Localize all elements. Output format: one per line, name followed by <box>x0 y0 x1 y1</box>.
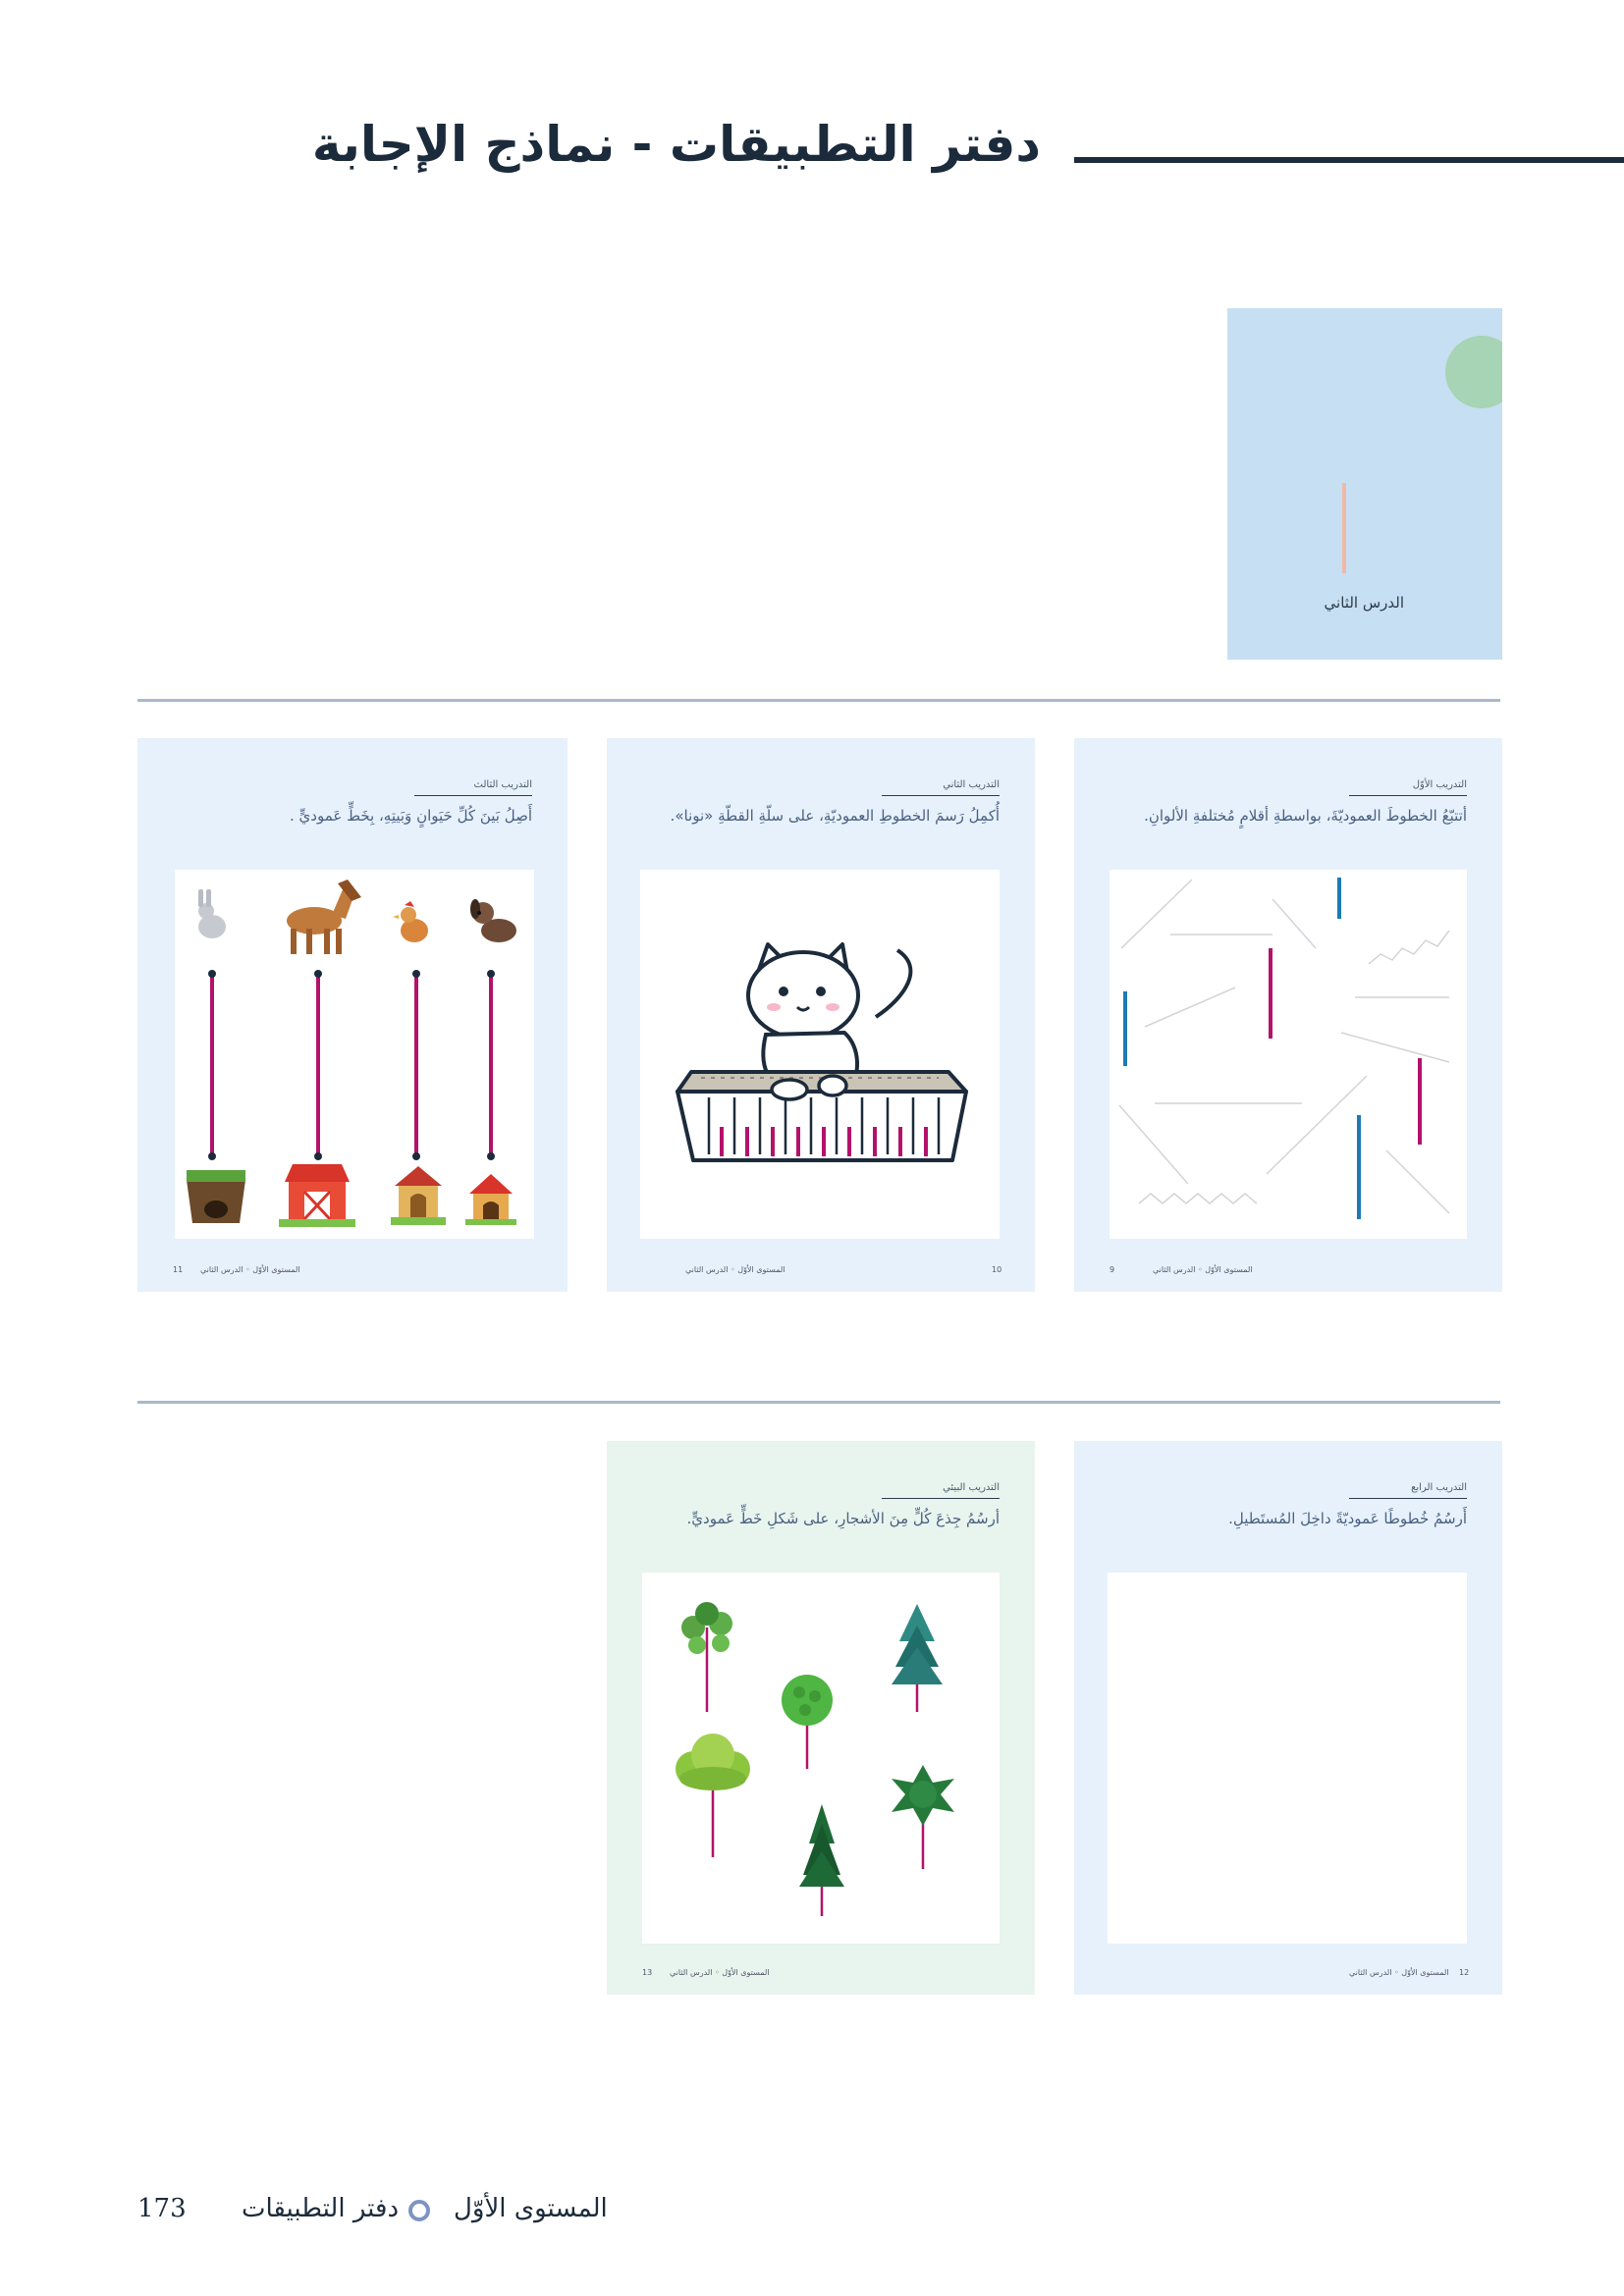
title-rule <box>1074 157 1624 163</box>
tracing-lines-figure <box>1118 878 1450 1219</box>
footer-level: المستوى الأوّل <box>722 1968 770 1977</box>
footer-level: المستوى الأوّل <box>1401 1968 1449 1977</box>
exercise-tag: التدريب الأوّل <box>1412 779 1467 790</box>
tag-underline <box>882 795 1000 796</box>
exercise-card-4: التدريب الرابع أَرسُمُ خُطوطًا عَموديّةً… <box>1074 1441 1502 1995</box>
henhouse-icon <box>391 1166 446 1225</box>
tree-2-icon <box>782 1675 833 1726</box>
footer-book-label: دفتر التطبيقات <box>242 2194 400 2223</box>
trees-figure <box>676 1602 954 1916</box>
exercise-instruction: أُكمِلُ رَسمَ الخطوطِ العموديّةِ، على سل… <box>670 807 1000 825</box>
exercise-tag: التدريب الثالث <box>473 779 532 790</box>
animals-and-homes-figure <box>187 880 516 1227</box>
card-page-number: 12 <box>1459 1968 1470 1977</box>
exercise-instruction: أتتبّعُ الخطوطَ العموديّةَ، بواسطةِ أقلا… <box>1144 807 1467 825</box>
stable-icon <box>279 1164 355 1227</box>
exercise-instruction: أَرسُمُ خُطوطًا عَموديّةً داخِلَ المُستَ… <box>1228 1510 1467 1527</box>
section-divider <box>137 1401 1500 1404</box>
exercise-instruction: أرسُمُ جِذعَ كُلٍّ مِنَ الأشجارِ، على شَ… <box>686 1510 1001 1527</box>
lesson-cover-label: الدرس الثاني <box>1324 594 1404 612</box>
card-page-number: 9 <box>1110 1265 1115 1274</box>
footer-level-label: المستوى الأوّل <box>454 2194 608 2223</box>
tree-4-icon <box>676 1734 750 1790</box>
horse-icon <box>287 880 361 954</box>
footer-level: المستوى الأوّل <box>737 1265 785 1274</box>
hen-icon <box>393 901 428 942</box>
card-footer: المستوى الأوّل ◦ الدرس الثاني <box>1349 1968 1449 1977</box>
footer-level: المستوى الأوّل <box>1205 1265 1253 1274</box>
exercise-card-3: التدريب الثالث أَصِلُ بَينَ كُلِّ حَيَوا… <box>137 738 568 1292</box>
tag-underline <box>882 1498 1000 1499</box>
footer-page-number: 173 <box>137 2194 187 2223</box>
exercise-tag: التدريب الرابع <box>1411 1482 1467 1493</box>
rabbit-icon <box>198 889 226 938</box>
tree-6-icon <box>892 1765 954 1826</box>
exercise-card-5: التدريب البيئي أرسُمُ جِذعَ كُلٍّ مِنَ ا… <box>607 1441 1035 1995</box>
exercise-tag: التدريب الثاني <box>943 779 1000 790</box>
tag-underline <box>1349 1498 1467 1499</box>
tag-underline <box>414 795 532 796</box>
card-footer: المستوى الأوّل ◦ الدرس الثاني <box>1153 1265 1253 1274</box>
card-footer: المستوى الأوّل ◦ الدرس الثاني <box>685 1265 785 1274</box>
dog-icon <box>470 899 516 942</box>
tree-5-icon <box>799 1804 844 1887</box>
footer-lesson: الدرس الثاني <box>1349 1968 1392 1977</box>
card-footer: المستوى الأوّل ◦ الدرس الثاني <box>670 1968 770 1977</box>
trees-panel <box>642 1573 1000 1944</box>
exercise-tag: التدريب البيئي <box>943 1482 1000 1493</box>
tree-3-icon <box>892 1604 943 1684</box>
cover-accent-line <box>1342 483 1346 573</box>
exercise-instruction: أَصِلُ بَينَ كُلِّ حَيَوانٍ وَبَيتِهِ، ب… <box>289 807 532 825</box>
footer-lesson: الدرس الثاني <box>1153 1265 1196 1274</box>
card-page-number: 13 <box>642 1968 653 1977</box>
cat-basket-panel <box>640 870 1000 1239</box>
page-title: دفتر التطبيقات - نماذج الإجابة <box>311 116 1041 173</box>
footer-lesson: الدرس الثاني <box>670 1968 713 1977</box>
cat-in-basket-illustration <box>676 942 968 1162</box>
tag-underline <box>1349 795 1467 796</box>
exercise-card-1: التدريب الأوّل أتتبّعُ الخطوطَ العموديّة… <box>1074 738 1502 1292</box>
footer-bullet-icon <box>408 2200 430 2221</box>
cover-dot <box>1445 336 1502 408</box>
card-page-number: 10 <box>992 1265 1002 1274</box>
empty-rectangle-panel <box>1108 1573 1467 1944</box>
footer-lesson: الدرس الثاني <box>685 1265 729 1274</box>
section-divider <box>137 699 1500 702</box>
lesson-cover: الدرس الثاني <box>1227 308 1502 660</box>
card-footer: المستوى الأوّل ◦ الدرس الثاني <box>200 1265 300 1274</box>
tracing-panel <box>1110 870 1467 1239</box>
animals-homes-panel <box>175 870 534 1239</box>
footer-lesson: الدرس الثاني <box>200 1265 244 1274</box>
doghouse-icon <box>465 1174 516 1225</box>
footer-level: المستوى الأوّل <box>252 1265 300 1274</box>
burrow-icon <box>187 1170 245 1223</box>
card-page-number: 11 <box>173 1265 184 1274</box>
exercise-card-2: التدريب الثاني أُكمِلُ رَسمَ الخطوطِ الع… <box>607 738 1035 1292</box>
